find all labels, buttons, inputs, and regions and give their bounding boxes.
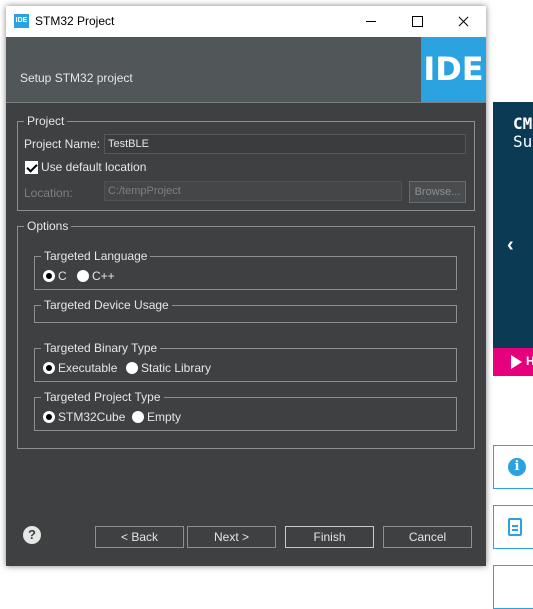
back-button[interactable]: < Back [95,526,184,548]
use-default-location-label: Use default location [41,160,147,174]
language-cpp-radio[interactable] [77,270,89,282]
next-button[interactable]: Next > [187,526,276,548]
background-extra-button[interactable] [493,565,533,609]
use-default-location-checkbox[interactable] [25,161,38,174]
binary-executable-label: Executable [58,361,118,375]
minimize-icon[interactable] [348,6,394,37]
window-title: STM32 Project [35,14,115,28]
project-name-input[interactable] [104,134,466,154]
language-cpp-label: C++ [92,269,115,283]
background-info-button[interactable]: i [493,445,533,489]
carousel-prev-icon[interactable]: ‹ [507,234,514,257]
background-doc-button[interactable] [493,505,533,549]
play-icon [511,355,522,369]
language-c-radio[interactable] [43,270,55,282]
options-legend: Options [24,219,72,233]
project-type-empty-label: Empty [147,410,182,424]
background-banner: CM Su ‹ H [493,102,533,376]
stm32-project-dialog: IDE STM32 Project Setup STM32 project ID… [6,6,486,566]
project-type-stm32cube-radio[interactable] [43,411,55,423]
language-c-label: C [58,269,67,283]
project-type-empty-radio[interactable] [132,411,144,423]
binary-static-library-label: Static Library [141,361,212,375]
location-input [104,181,402,201]
cancel-button[interactable]: Cancel [383,526,472,548]
ide-app-icon: IDE [14,14,29,28]
wizard-subtitle: Setup STM32 project [20,71,133,85]
binary-executable-radio[interactable] [43,362,55,374]
title-bar[interactable]: IDE STM32 Project [6,6,486,37]
targeted-device-usage-group: Targeted Device Usage [34,298,457,323]
project-name-label: Project Name: [24,137,101,151]
project-type-stm32cube-label: STM32Cube [58,410,126,424]
close-icon[interactable] [440,6,486,37]
targeted-binary-type-legend: Targeted Binary Type [41,341,161,355]
project-legend: Project [24,114,68,128]
banner-divider [6,102,486,103]
finish-button[interactable]: Finish [285,526,374,548]
targeted-device-usage-legend: Targeted Device Usage [41,298,172,312]
maximize-icon[interactable] [394,6,440,37]
background-play-label: H [526,354,533,368]
background-subheading: Su [513,132,533,151]
browse-button: Browse... [409,181,466,203]
help-icon[interactable]: ? [23,526,41,544]
wizard-banner: Setup STM32 project IDE [6,37,486,102]
ide-logo: IDE [421,37,486,102]
location-label: Location: [24,186,73,200]
background-play-button[interactable]: H [493,348,533,376]
background-heading: CM [513,114,533,133]
info-icon: i [508,458,526,476]
targeted-project-type-legend: Targeted Project Type [41,390,164,404]
binary-static-library-radio[interactable] [126,362,138,374]
document-icon [508,518,522,536]
targeted-language-legend: Targeted Language [41,249,151,263]
